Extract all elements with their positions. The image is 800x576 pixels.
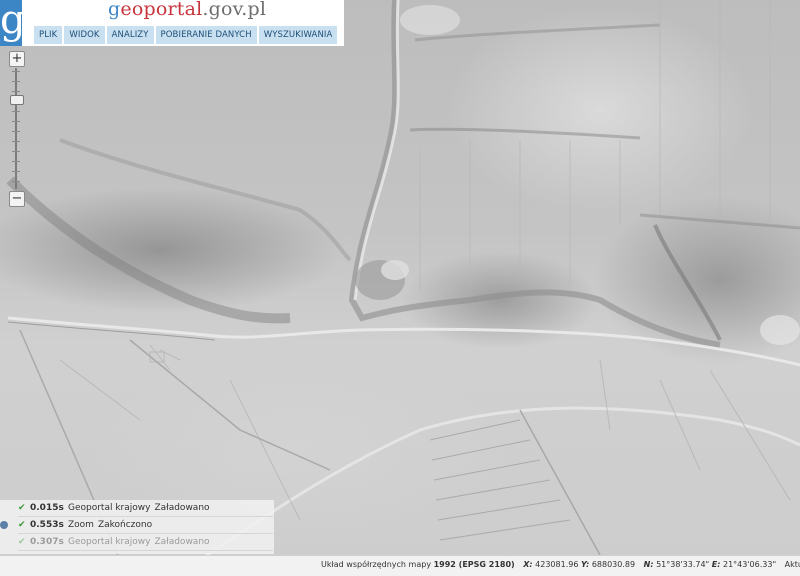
log-status: Załadowano: [154, 537, 210, 547]
zoom-slider-handle[interactable]: [10, 95, 24, 106]
e-label: E:: [711, 560, 721, 569]
log-row: ✔ 0.015s Geoportal krajowy Załadowano: [18, 501, 273, 517]
terrain-shading: [6, 0, 800, 562]
menu-pobieranie-danych[interactable]: POBIERANIE DANYCH: [155, 26, 257, 44]
log-row: ✔ 0.307s Geoportal krajowy Załadowano: [18, 535, 273, 551]
log-name: Zoom: [68, 520, 94, 530]
coord-system-value: 1992 (EPSG 2180): [433, 560, 515, 569]
log-name: Geoportal krajowy: [68, 537, 151, 547]
log-name: Geoportal krajowy: [68, 503, 151, 513]
log-time: 0.015s: [30, 503, 64, 513]
loading-log-panel: ✔ 0.015s Geoportal krajowy Załadowano ✔ 0.55…: [0, 500, 274, 554]
check-icon: ✔: [18, 503, 26, 513]
n-value: 51°38'33.74": [656, 560, 710, 569]
log-time: 0.553s: [30, 520, 64, 530]
log-status: Zakończono: [97, 520, 153, 530]
log-status: Załadowano: [154, 503, 210, 513]
y-value: 688030.89: [591, 560, 636, 569]
menu-analizy[interactable]: ANALIZY: [106, 26, 154, 44]
log-row: ✔ 0.553s Zoom Zakończono: [18, 518, 273, 534]
zoom-in-button[interactable]: +: [9, 51, 25, 67]
zoom-slider-ticks: [12, 71, 20, 187]
y-label: Y:: [580, 560, 590, 569]
geoportal-logo-icon[interactable]: g: [0, 0, 22, 46]
app-header: g geoportal.gov.pl PLIK WIDOK ANALIZY PO…: [0, 0, 344, 46]
zoom-control: + −: [9, 51, 25, 209]
log-time: 0.307s: [30, 537, 64, 547]
coord-system-label: Układ współrzędnych mapy: [321, 560, 432, 569]
site-title-g: g: [108, 0, 121, 20]
coord-trailing-text: Aktu: [784, 560, 800, 569]
check-icon: ✔: [18, 537, 26, 547]
e-value: 21°43'06.33": [722, 560, 777, 569]
log-toggle-icon[interactable]: [0, 521, 8, 529]
menu-widok[interactable]: WIDOK: [64, 26, 105, 44]
x-label: X:: [523, 560, 533, 569]
site-title-eoportal: eoportal: [120, 0, 203, 20]
lidar-map-view[interactable]: [0, 0, 800, 575]
site-title: geoportal.gov.pl: [108, 0, 266, 20]
main-menu: PLIK WIDOK ANALIZY POBIERANIE DANYCH WYS…: [34, 26, 338, 44]
n-label: N:: [643, 560, 654, 569]
coordinates-bar: Układ współrzędnych mapy 1992 (EPSG 2180…: [0, 555, 800, 576]
site-title-domain: .gov.pl: [202, 0, 267, 20]
x-value: 423081.96: [535, 560, 579, 569]
check-icon: ✔: [18, 520, 26, 530]
menu-plik[interactable]: PLIK: [34, 26, 63, 44]
zoom-out-button[interactable]: −: [9, 191, 25, 207]
menu-wyszukiwania[interactable]: WYSZUKIWANIA: [258, 26, 338, 44]
